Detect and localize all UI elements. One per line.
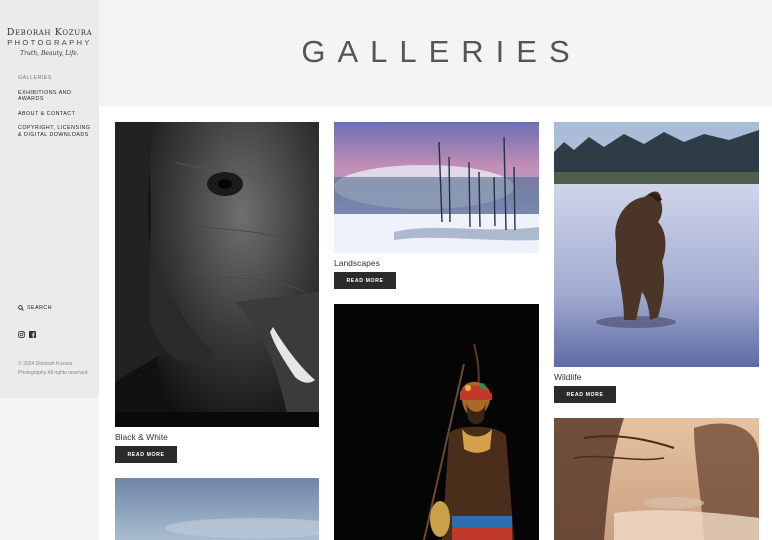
gallery-image-trees[interactable]	[554, 418, 759, 540]
nav-item-exhibitions[interactable]: EXHIBITIONS AND AWARDS	[18, 90, 94, 103]
page-header: GALLERIES	[99, 0, 772, 106]
gallery-title[interactable]: Wildlife	[554, 372, 581, 382]
read-more-button[interactable]: READ MORE	[115, 446, 177, 463]
page-title: GALLERIES	[301, 34, 582, 69]
gallery-image-winter-landscape[interactable]	[334, 122, 539, 253]
gallery-image-bear[interactable]	[554, 122, 759, 367]
gallery-card-black-white: Black & White READ MORE	[115, 122, 319, 463]
nav-item-galleries[interactable]: GALLERIES	[18, 75, 94, 82]
read-more-button[interactable]: READ MORE	[334, 272, 396, 289]
gallery-image-sky[interactable]	[115, 478, 319, 540]
facebook-icon[interactable]	[29, 331, 36, 338]
sidebar: Deborah Kozura PHOTOGRAPHY Truth, Beauty…	[0, 0, 99, 398]
read-more-button[interactable]: READ MORE	[554, 386, 616, 403]
site-logo[interactable]: Deborah Kozura PHOTOGRAPHY Truth, Beauty…	[0, 27, 99, 57]
gallery-card-wildlife: Wildlife READ MORE	[554, 122, 759, 403]
gallery-image-warrior[interactable]	[334, 304, 539, 540]
copyright-notice: © 2024 Deborah Kozura Photography All ri…	[18, 361, 88, 376]
sidebar-footer-area	[0, 398, 99, 540]
nav-item-copyright-licensing[interactable]: COPYRIGHT, LICENSING & DIGITAL DOWNLOADS	[18, 125, 94, 138]
main-nav: GALLERIES EXHIBITIONS AND AWARDS ABOUT &…	[18, 75, 94, 146]
nav-item-about-contact[interactable]: ABOUT & CONTACT	[18, 111, 94, 118]
search-icon	[18, 305, 24, 311]
search-label: SEARCH	[27, 305, 53, 311]
gallery-card-portrait	[334, 304, 539, 540]
gallery-title[interactable]: Landscapes	[334, 258, 380, 268]
gallery-card-trees	[554, 418, 759, 540]
gallery-card-sky	[115, 478, 319, 540]
logo-name: Deborah Kozura	[6, 27, 93, 38]
gallery-image-elephant[interactable]	[115, 122, 319, 427]
logo-subtitle: PHOTOGRAPHY	[7, 38, 92, 47]
gallery-title[interactable]: Black & White	[115, 432, 168, 442]
logo-tagline: Truth, Beauty, Life.	[20, 50, 79, 57]
gallery-card-landscapes: Landscapes READ MORE	[334, 122, 539, 289]
instagram-icon[interactable]	[18, 331, 25, 338]
social-links	[18, 331, 36, 338]
search-button[interactable]: SEARCH	[18, 305, 52, 311]
